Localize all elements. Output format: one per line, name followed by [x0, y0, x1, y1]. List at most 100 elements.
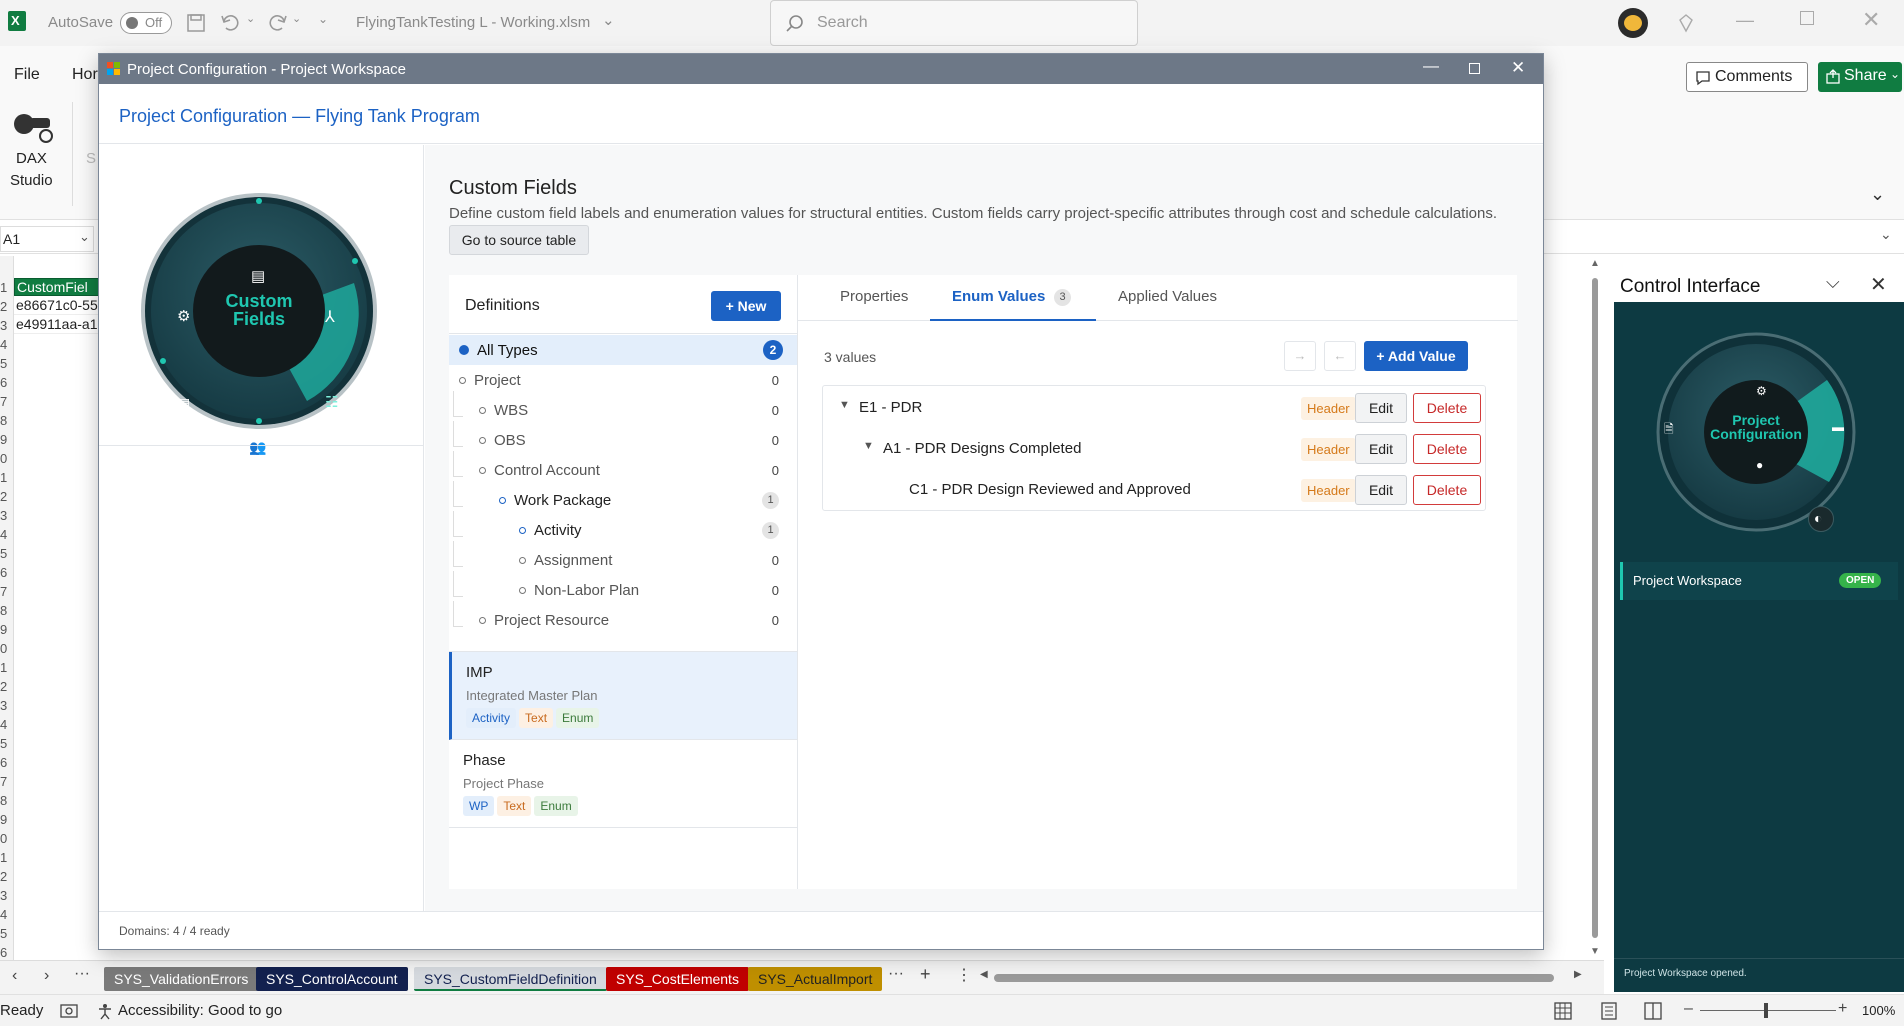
row-number[interactable]: 1: [0, 470, 12, 485]
zoom-out-icon[interactable]: –: [1684, 1000, 1693, 1018]
macro-record-icon[interactable]: [60, 1003, 78, 1019]
vertical-scrollbar[interactable]: ▲ ▼: [1588, 258, 1602, 958]
row-number[interactable]: 2: [0, 679, 12, 694]
row-number[interactable]: 5: [0, 926, 12, 941]
sheet-tab[interactable]: SYS_CostElements: [606, 967, 749, 991]
row-number[interactable]: 3: [0, 508, 12, 523]
row-number[interactable]: 2: [0, 299, 12, 314]
horizontal-scrollbar[interactable]: ◀ ▶: [980, 969, 1582, 983]
row-number[interactable]: 9: [0, 432, 12, 447]
sliders-icon[interactable]: ☷: [325, 393, 338, 411]
redo-dropdown-icon[interactable]: ⌄: [292, 12, 301, 25]
row-number[interactable]: 3: [0, 888, 12, 903]
document-icon[interactable]: 🗎: [1664, 420, 1674, 441]
dax-studio-icon[interactable]: [10, 106, 54, 146]
definition-item[interactable]: IMP Integrated Master Plan Activity Text Enu…: [449, 652, 797, 740]
row-number[interactable]: 7: [0, 584, 12, 599]
edit-button[interactable]: Edit: [1355, 475, 1407, 505]
menu-file[interactable]: File: [14, 66, 40, 84]
people-icon[interactable]: 👥: [249, 439, 266, 456]
sheet-tab[interactable]: SYS_ControlAccount: [256, 967, 408, 991]
tree-item[interactable]: Control Account 0: [449, 455, 797, 485]
file-name-chevron-icon[interactable]: ⌄: [602, 11, 615, 29]
row-number[interactable]: 7: [0, 774, 12, 789]
go-to-source-button[interactable]: Go to source table: [449, 225, 589, 255]
tree-item[interactable]: Activity 1: [449, 515, 797, 545]
prev-sheet-icon[interactable]: ‹: [12, 967, 17, 985]
row-number[interactable]: 8: [0, 793, 12, 808]
theme-toggle-icon[interactable]: ◐: [1808, 506, 1834, 532]
row-number[interactable]: 7: [0, 394, 12, 409]
hierarchy-icon[interactable]: ⅄: [325, 307, 335, 327]
row-number[interactable]: 1: [0, 850, 12, 865]
next-sheet-icon[interactable]: ›: [44, 967, 49, 985]
tree-item[interactable]: Project Resource 0: [449, 605, 797, 635]
file-name[interactable]: FlyingTankTesting L - Working.xlsm: [356, 14, 590, 31]
menu-home[interactable]: Hor: [72, 66, 98, 84]
tree-item[interactable]: WBS 0: [449, 395, 797, 425]
definition-item[interactable]: Phase Project Phase WP Text Enum: [449, 740, 797, 828]
outdent-button[interactable]: ←: [1324, 341, 1356, 371]
normal-view-icon[interactable]: [1554, 1002, 1572, 1020]
accessibility-icon[interactable]: [96, 1002, 114, 1020]
scroll-left-icon[interactable]: ◀: [980, 969, 988, 980]
tab-applied-values[interactable]: Applied Values: [1118, 288, 1217, 305]
more-tabs-icon[interactable]: ···: [888, 965, 904, 983]
tree-item[interactable]: Project 0: [449, 365, 797, 395]
sheet-options-icon[interactable]: ⋮: [956, 965, 972, 985]
row-number[interactable]: 6: [0, 375, 12, 390]
pane-options-icon[interactable]: ⌵: [1826, 272, 1840, 293]
cell-a1[interactable]: CustomFiel: [14, 278, 100, 296]
share-button[interactable]: Share ⌄: [1818, 62, 1902, 92]
row-number[interactable]: 5: [0, 356, 12, 371]
name-box[interactable]: A1 ⌄: [0, 226, 94, 252]
diamond-icon[interactable]: [1676, 13, 1696, 33]
more-sheets-icon[interactable]: ···: [74, 965, 90, 983]
page-break-icon[interactable]: [1644, 1002, 1662, 1020]
restore-icon[interactable]: [1800, 11, 1814, 25]
enum-value-row[interactable]: C1 - PDR Design Reviewed and Approved Hea…: [823, 470, 1485, 510]
zoom-level[interactable]: 100%: [1862, 1003, 1895, 1018]
add-sheet-icon[interactable]: +: [920, 964, 931, 985]
dax-studio-label-1[interactable]: DAX: [16, 150, 47, 167]
close-icon[interactable]: ✕: [1862, 7, 1880, 33]
row-number[interactable]: 2: [0, 489, 12, 504]
undo-icon[interactable]: [220, 13, 242, 33]
redo-icon[interactable]: [266, 13, 288, 33]
delete-button[interactable]: Delete: [1413, 393, 1481, 423]
scroll-right-icon[interactable]: ▶: [1574, 969, 1582, 980]
page-layout-icon[interactable]: [1600, 1002, 1618, 1020]
row-number[interactable]: 0: [0, 641, 12, 656]
delete-button[interactable]: Delete: [1413, 434, 1481, 464]
tree-item[interactable]: OBS 0: [449, 425, 797, 455]
pane-close-icon[interactable]: ✕: [1870, 272, 1887, 297]
dialog-title-bar[interactable]: Project Configuration - Project Workspac…: [99, 54, 1543, 84]
row-number[interactable]: 6: [0, 755, 12, 770]
avatar[interactable]: [1618, 8, 1648, 38]
sheet-tab[interactable]: SYS_ValidationErrors: [104, 967, 259, 991]
indent-button[interactable]: →: [1284, 341, 1316, 371]
row-number[interactable]: 4: [0, 337, 12, 352]
new-definition-button[interactable]: + New: [711, 291, 781, 321]
tree-item[interactable]: All Types 2: [449, 335, 797, 365]
customize-toolbar-icon[interactable]: ⌄: [318, 12, 328, 26]
zoom-slider[interactable]: [1700, 1010, 1836, 1011]
row-number[interactable]: 0: [0, 831, 12, 846]
row-number[interactable]: 4: [0, 907, 12, 922]
undo-dropdown-icon[interactable]: ⌄: [246, 12, 255, 25]
dialog-close-icon[interactable]: ✕: [1511, 58, 1525, 78]
sheet-tab[interactable]: SYS_ActualImport: [748, 967, 883, 991]
row-number[interactable]: 8: [0, 413, 12, 428]
dialog-maximize-icon[interactable]: [1469, 63, 1480, 74]
tree-item[interactable]: Work Package 1: [449, 485, 797, 515]
row-number[interactable]: 9: [0, 622, 12, 637]
save-icon[interactable]: [186, 13, 206, 33]
row-number[interactable]: 6: [0, 945, 12, 960]
row-number[interactable]: 3: [0, 318, 12, 333]
cell-a2[interactable]: e86671c0-55: [14, 297, 100, 315]
sheet-tab[interactable]: SYS_CustomFieldDefinition: [414, 967, 607, 991]
dax-studio-label-2[interactable]: Studio: [10, 172, 53, 189]
ribbon-collapse-icon[interactable]: ⌄: [1870, 184, 1885, 205]
row-number[interactable]: 1: [0, 660, 12, 675]
list-icon[interactable]: ▤: [251, 267, 265, 285]
